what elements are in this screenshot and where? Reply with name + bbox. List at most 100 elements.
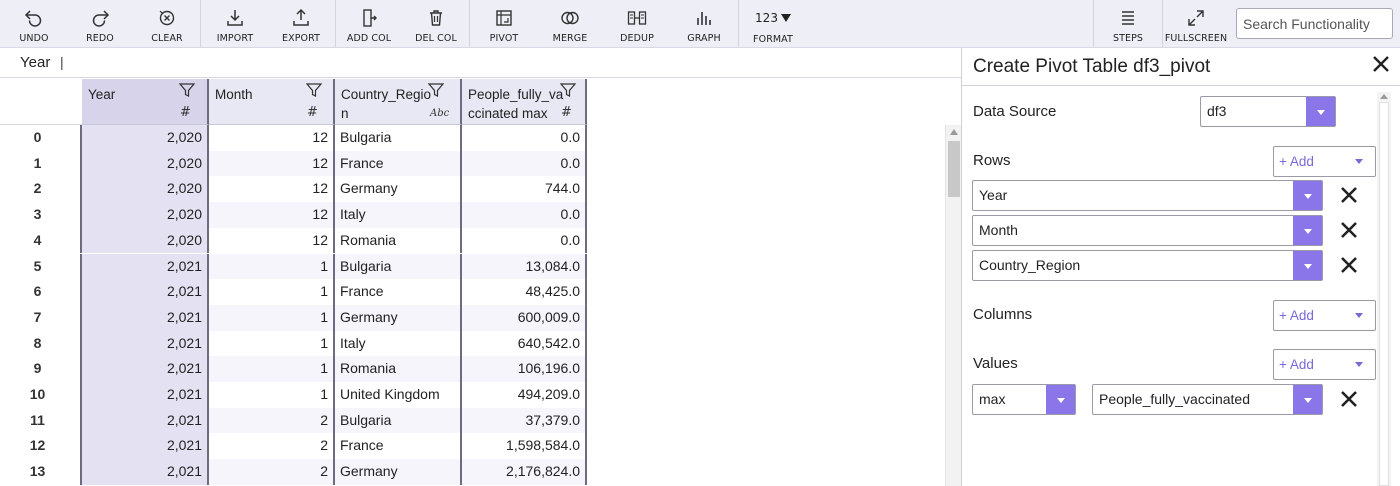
cell-year[interactable]: 2,021	[82, 279, 209, 305]
clear-button[interactable]: CLEAR	[147, 0, 187, 48]
cell-people-fully-vaccinated-max[interactable]: 0.0	[462, 227, 587, 254]
cell-month[interactable]: 1	[209, 253, 335, 280]
cell-month[interactable]: 1	[209, 330, 335, 357]
merge-button[interactable]: MERGE	[550, 0, 590, 48]
table-row[interactable]: 1 2,020 12 France 0.0	[0, 150, 587, 177]
filter-icon[interactable]	[306, 82, 322, 98]
cell-country-region[interactable]: Romania	[335, 227, 462, 254]
data-source-select[interactable]: df3	[1200, 96, 1336, 127]
cell-people-fully-vaccinated-max[interactable]: 600,009.0	[462, 304, 587, 331]
table-row[interactable]: 12 2,021 2 France 1,598,584.0	[0, 433, 587, 460]
table-row[interactable]: 3 2,020 12 Italy 0.0	[0, 202, 587, 228]
cell-year[interactable]: 2,021	[82, 330, 209, 357]
cell-year[interactable]: 2,021	[82, 253, 209, 280]
cell-year[interactable]: 2,021	[82, 459, 209, 485]
pivot-button[interactable]: PIVOT	[484, 0, 524, 48]
cell-month[interactable]: 1	[209, 304, 335, 331]
table-row[interactable]: 2 2,020 12 Germany 744.0	[0, 176, 587, 203]
cell-people-fully-vaccinated-max[interactable]: 744.0	[462, 176, 587, 203]
redo-button[interactable]: REDO	[80, 0, 120, 48]
chevron-down-icon[interactable]	[1293, 385, 1322, 414]
cell-month[interactable]: 1	[209, 356, 335, 382]
cell-year[interactable]: 2,020	[82, 227, 209, 254]
cell-month[interactable]: 12	[209, 202, 335, 228]
cell-country-region[interactable]: United Kingdom	[335, 382, 462, 408]
chevron-down-icon[interactable]	[1046, 385, 1075, 414]
cell-month[interactable]: 1	[209, 382, 335, 408]
cell-year[interactable]: 2,021	[82, 407, 209, 434]
cell-month[interactable]: 12	[209, 227, 335, 254]
cell-people-fully-vaccinated-max[interactable]: 106,196.0	[462, 356, 587, 382]
remove-row-icon[interactable]	[1340, 221, 1358, 239]
search-input[interactable]	[1236, 8, 1393, 39]
import-button[interactable]: IMPORT	[214, 0, 256, 48]
cell-year[interactable]: 2,021	[82, 304, 209, 331]
delete-column-button[interactable]: DEL COL	[413, 0, 459, 48]
cell-month[interactable]: 1	[209, 279, 335, 305]
table-row[interactable]: 9 2,021 1 Romania 106,196.0	[0, 356, 587, 382]
column-header-year[interactable]: Year #	[82, 79, 209, 125]
cell-people-fully-vaccinated-max[interactable]: 37,379.0	[462, 407, 587, 434]
cell-year[interactable]: 2,020	[82, 125, 209, 151]
fullscreen-button[interactable]: FULLSCREEN	[1165, 0, 1227, 48]
table-row[interactable]: 7 2,021 1 Germany 600,009.0	[0, 304, 587, 331]
cell-year[interactable]: 2,021	[82, 382, 209, 408]
column-header-month[interactable]: Month #	[209, 79, 335, 125]
cell-month[interactable]: 12	[209, 176, 335, 203]
graph-button[interactable]: GRAPH	[684, 0, 724, 48]
table-row[interactable]: 4 2,020 12 Romania 0.0	[0, 227, 587, 254]
cell-people-fully-vaccinated-max[interactable]: 0.0	[462, 150, 587, 177]
table-row[interactable]: 0 2,020 12 Bulgaria 0.0	[0, 125, 587, 151]
chevron-down-icon[interactable]	[1306, 97, 1335, 126]
cell-month[interactable]: 2	[209, 459, 335, 485]
cell-country-region[interactable]: Bulgaria	[335, 125, 462, 151]
cell-year[interactable]: 2,021	[82, 356, 209, 382]
add-column-button[interactable]: ADD COL	[346, 0, 392, 48]
cell-year[interactable]: 2,021	[82, 433, 209, 460]
undo-button[interactable]: UNDO	[14, 0, 54, 48]
table-row[interactable]: 10 2,021 1 United Kingdom 494,209.0	[0, 382, 587, 408]
close-icon[interactable]	[1370, 53, 1392, 75]
steps-button[interactable]: STEPS	[1108, 0, 1148, 48]
table-row[interactable]: 13 2,021 2 Germany 2,176,824.0	[0, 459, 587, 485]
scroll-up-arrow-icon[interactable]	[950, 129, 958, 135]
chevron-down-icon[interactable]	[1293, 181, 1322, 210]
cell-country-region[interactable]: Romania	[335, 356, 462, 382]
rows-add-button[interactable]: + Add	[1273, 146, 1376, 177]
cell-people-fully-vaccinated-max[interactable]: 2,176,824.0	[462, 459, 587, 485]
table-row[interactable]: 8 2,021 1 Italy 640,542.0	[0, 330, 587, 357]
chevron-down-icon[interactable]	[1293, 216, 1322, 245]
aggregation-select[interactable]: max	[972, 384, 1076, 415]
cell-year[interactable]: 2,020	[82, 176, 209, 203]
cell-people-fully-vaccinated-max[interactable]: 13,084.0	[462, 253, 587, 280]
remove-row-icon[interactable]	[1340, 186, 1358, 204]
cell-country-region[interactable]: Bulgaria	[335, 253, 462, 280]
table-row[interactable]: 6 2,021 1 France 48,425.0	[0, 279, 587, 305]
cell-people-fully-vaccinated-max[interactable]: 1,598,584.0	[462, 433, 587, 460]
cell-country-region[interactable]: Italy	[335, 330, 462, 357]
cell-country-region[interactable]: France	[335, 279, 462, 305]
dedup-button[interactable]: DEDUP	[617, 0, 657, 48]
filter-icon[interactable]	[428, 82, 444, 98]
table-row[interactable]: 5 2,021 1 Bulgaria 13,084.0	[0, 253, 587, 280]
table-row[interactable]: 11 2,021 2 Bulgaria 37,379.0	[0, 407, 587, 434]
panel-vertical-scrollbar[interactable]	[1377, 92, 1391, 486]
row-field-select[interactable]: Year	[972, 180, 1323, 211]
cell-people-fully-vaccinated-max[interactable]: 0.0	[462, 202, 587, 228]
cell-country-region[interactable]: Germany	[335, 304, 462, 331]
cell-people-fully-vaccinated-max[interactable]: 640,542.0	[462, 330, 587, 357]
grid-vertical-scrollbar[interactable]	[945, 125, 961, 486]
scrollbar-thumb[interactable]	[1379, 102, 1389, 486]
cell-country-region[interactable]: Italy	[335, 202, 462, 228]
scrollbar-thumb[interactable]	[948, 141, 960, 197]
remove-value-icon[interactable]	[1340, 390, 1358, 408]
cell-month[interactable]: 12	[209, 125, 335, 151]
value-field-select[interactable]: People_fully_vaccinated	[1092, 384, 1323, 415]
row-field-select[interactable]: Country_Region	[972, 250, 1323, 281]
scroll-up-arrow-icon[interactable]	[1380, 94, 1388, 99]
column-header-people-fully-vaccinated-max[interactable]: People_fully_va ccinated max #	[462, 79, 587, 125]
cell-people-fully-vaccinated-max[interactable]: 48,425.0	[462, 279, 587, 305]
cell-country-region[interactable]: Bulgaria	[335, 407, 462, 434]
cell-country-region[interactable]: France	[335, 433, 462, 460]
cell-people-fully-vaccinated-max[interactable]: 494,209.0	[462, 382, 587, 408]
